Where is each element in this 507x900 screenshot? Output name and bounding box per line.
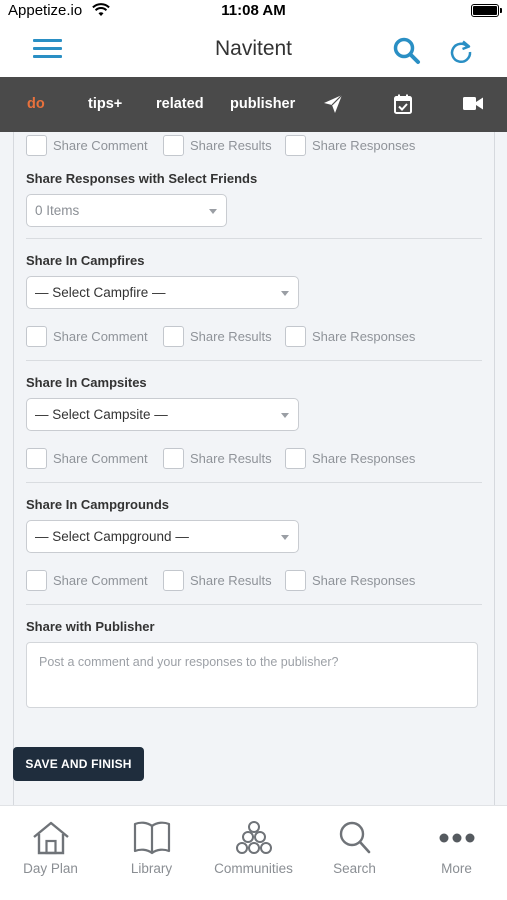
divider xyxy=(26,238,482,239)
page-title: Navitent xyxy=(214,37,293,60)
share-options-panel: Share Comment Share Results Share Respon… xyxy=(0,132,507,805)
checkbox-label: Share Comment xyxy=(53,138,148,153)
divider xyxy=(26,360,482,361)
nav-day-plan[interactable]: Day Plan xyxy=(0,806,101,900)
nav-label: More xyxy=(441,861,472,876)
share-comment-checkbox[interactable]: Share Comment xyxy=(26,570,148,591)
share-comment-checkbox[interactable]: Share Comment xyxy=(26,326,148,347)
campsite-select[interactable]: — Select Campsite — xyxy=(26,398,299,431)
nav-label: Library xyxy=(130,861,173,876)
nav-label: Communities xyxy=(214,861,293,876)
search-icon xyxy=(304,820,405,856)
campground-select[interactable]: — Select Campground — xyxy=(26,520,299,553)
refresh-icon[interactable] xyxy=(447,38,475,71)
checkbox-label: Share Responses xyxy=(312,138,416,153)
share-results-checkbox[interactable]: Share Results xyxy=(163,326,272,347)
campground-select-value: — Select Campground — xyxy=(35,529,189,544)
book-icon xyxy=(101,820,202,856)
nav-label: Day Plan xyxy=(23,861,78,876)
chevron-down-icon xyxy=(209,209,217,214)
campsites-section-label: Share In Campsites xyxy=(26,375,147,390)
checkbox-label: Share Results xyxy=(190,329,272,344)
calendar-check-icon[interactable] xyxy=(394,94,412,119)
tab-publisher[interactable]: publisher xyxy=(230,77,295,132)
share-comment-checkbox[interactable]: Share Comment xyxy=(26,448,148,469)
save-and-finish-button[interactable]: SAVE AND FINISH xyxy=(13,747,144,781)
share-responses-checkbox[interactable]: Share Responses xyxy=(285,135,415,156)
nav-label: Search xyxy=(333,861,376,876)
share-results-checkbox[interactable]: Share Results xyxy=(163,570,272,591)
checkbox-label: Share Results xyxy=(190,573,272,588)
search-icon[interactable] xyxy=(392,36,422,71)
friends-section-label: Share Responses with Select Friends xyxy=(26,171,258,186)
share-results-checkbox[interactable]: Share Results xyxy=(163,135,272,156)
divider xyxy=(26,482,482,483)
top-tab-bar: do tips+ related publisher xyxy=(0,77,507,132)
nav-more[interactable]: More xyxy=(406,806,507,900)
nav-communities[interactable]: Communities xyxy=(203,806,304,900)
more-icon xyxy=(406,820,507,856)
checkbox-label: Share Responses xyxy=(312,573,416,588)
app-header: Navitent xyxy=(0,24,507,76)
send-icon[interactable] xyxy=(323,94,343,119)
checkbox-label: Share Responses xyxy=(312,451,416,466)
chevron-down-icon xyxy=(281,413,289,418)
chevron-down-icon xyxy=(281,535,289,540)
campgrounds-section-label: Share In Campgrounds xyxy=(26,497,170,512)
tab-related[interactable]: related xyxy=(156,77,204,132)
share-results-checkbox[interactable]: Share Results xyxy=(163,448,272,469)
battery-icon xyxy=(471,4,502,17)
friends-select-value: 0 Items xyxy=(35,203,80,218)
share-responses-checkbox[interactable]: Share Responses xyxy=(285,570,415,591)
share-responses-checkbox[interactable]: Share Responses xyxy=(285,448,415,469)
publisher-section-label: Share with Publisher xyxy=(26,619,155,634)
checkbox-label: Share Results xyxy=(190,451,272,466)
checkbox-label: Share Comment xyxy=(53,451,148,466)
clock: 11:08 AM xyxy=(221,2,286,19)
publisher-comment-field[interactable]: Post a comment and your responses to the… xyxy=(26,642,478,708)
tab-do[interactable]: do xyxy=(27,77,45,132)
status-bar: Appetize.io 11:08 AM xyxy=(0,0,507,24)
checkbox-label: Share Comment xyxy=(53,573,148,588)
checkbox-label: Share Responses xyxy=(312,329,416,344)
tab-tips[interactable]: tips+ xyxy=(88,77,122,132)
publisher-comment-placeholder: Post a comment and your responses to the… xyxy=(39,655,339,669)
nav-search[interactable]: Search xyxy=(304,806,405,900)
share-comment-checkbox[interactable]: Share Comment xyxy=(26,135,148,156)
home-icon xyxy=(0,820,101,856)
nav-library[interactable]: Library xyxy=(101,806,202,900)
campsite-select-value: — Select Campsite — xyxy=(35,407,168,422)
campfire-select[interactable]: — Select Campfire — xyxy=(26,276,299,309)
share-responses-checkbox[interactable]: Share Responses xyxy=(285,326,415,347)
video-camera-icon[interactable] xyxy=(463,96,483,116)
checkbox-label: Share Results xyxy=(190,138,272,153)
campfire-select-value: — Select Campfire — xyxy=(35,285,166,300)
friends-select[interactable]: 0 Items xyxy=(26,194,227,227)
campfires-section-label: Share In Campfires xyxy=(26,253,145,268)
checkbox-label: Share Comment xyxy=(53,329,148,344)
divider xyxy=(26,604,482,605)
chevron-down-icon xyxy=(281,291,289,296)
bottom-nav: Day Plan Library Communities Search More xyxy=(0,805,507,900)
communities-icon xyxy=(203,820,304,856)
